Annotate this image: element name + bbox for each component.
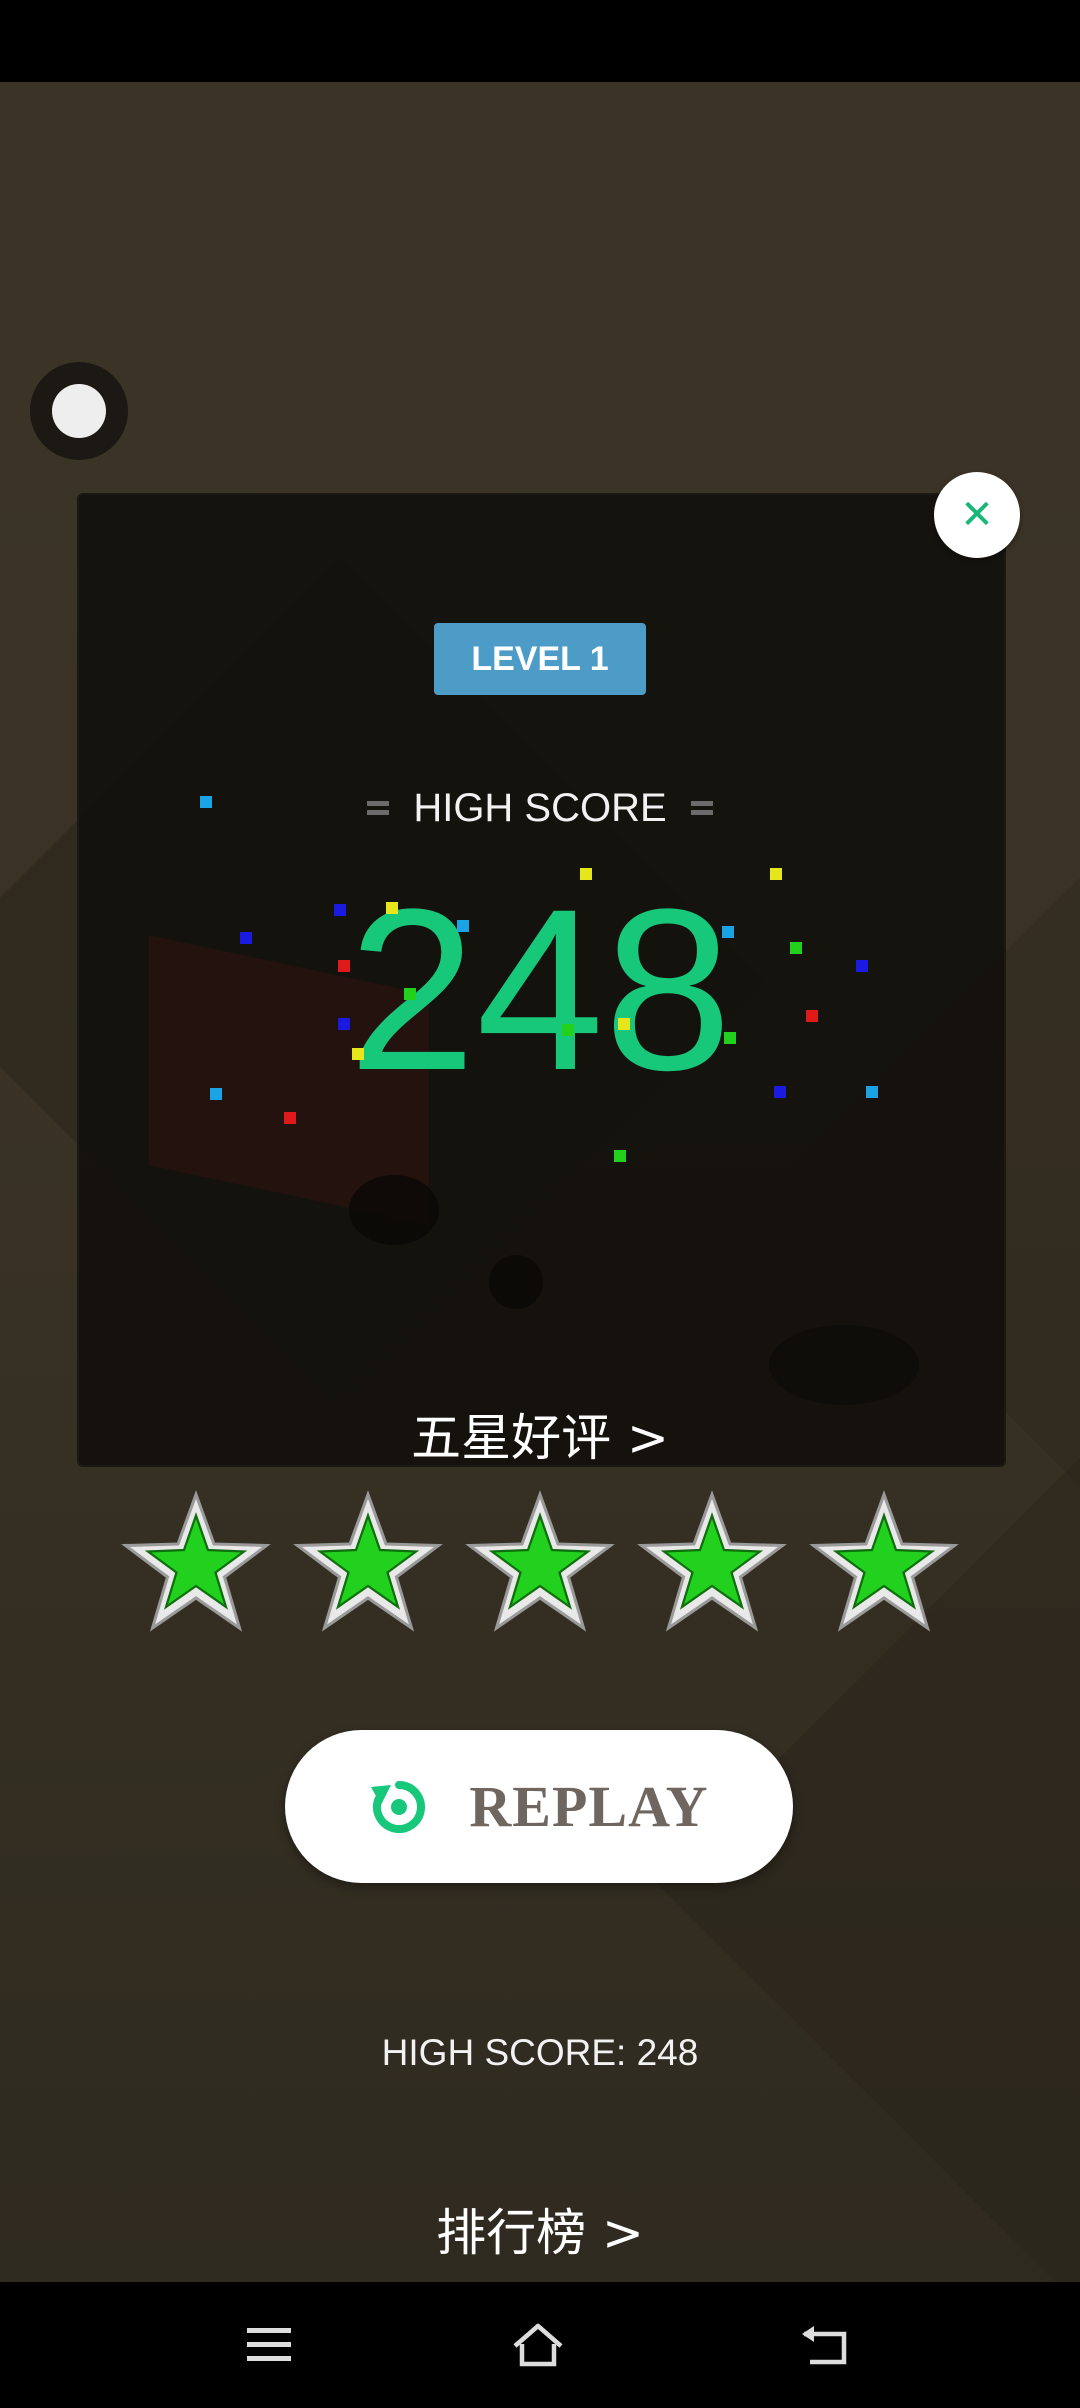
level-badge: LEVEL 1 (434, 623, 646, 695)
confetti-particle (856, 960, 868, 972)
confetti-particle (240, 932, 252, 944)
score-value: 248 (348, 861, 732, 1118)
star-icon[interactable] (808, 1490, 960, 1640)
pause-toggle-button[interactable] (30, 362, 128, 460)
high-score-title-text: HIGH SCORE (413, 785, 667, 830)
confetti-particle (722, 926, 734, 938)
confetti-particle (774, 1086, 786, 1098)
close-icon: ✕ (960, 492, 994, 538)
confetti-particle (790, 942, 802, 954)
close-button[interactable]: ✕ (934, 472, 1020, 558)
confetti-particle (334, 904, 346, 916)
leaderboard-link[interactable]: 排行榜 > (0, 2200, 1080, 2266)
high-score-title: HIGH SCORE (0, 780, 1080, 836)
star-icon[interactable] (464, 1490, 616, 1640)
home-icon[interactable] (512, 2322, 564, 2368)
star-icon[interactable] (636, 1490, 788, 1640)
confetti-particle (338, 960, 350, 972)
status-bar (0, 0, 1080, 82)
scene-object (349, 1175, 439, 1245)
replay-icon (371, 1780, 426, 1833)
confetti-particle (284, 1112, 296, 1124)
scene-object (769, 1325, 919, 1405)
star-rating[interactable] (120, 1490, 960, 1640)
divider-icon (690, 801, 713, 815)
menu-icon[interactable] (243, 2322, 295, 2368)
confetti-particle (200, 796, 212, 808)
confetti-particle (724, 1032, 736, 1044)
confetti-particle (352, 1048, 364, 1060)
rate-five-stars-link[interactable]: 五星好评 > (0, 1405, 1080, 1471)
confetti-particle (210, 1088, 222, 1100)
high-score-summary: HIGH SCORE: 248 (381, 2032, 699, 2073)
confetti-particle (618, 1018, 630, 1030)
confetti-particle (866, 1086, 878, 1098)
confetti-particle (806, 1010, 818, 1022)
navigation-bar (0, 2282, 1080, 2408)
back-icon[interactable] (800, 2322, 852, 2368)
divider-icon (367, 801, 390, 815)
confetti-particle (580, 868, 592, 880)
confetti-particle (386, 902, 398, 914)
scene-ball (489, 1255, 543, 1309)
confetti-particle (457, 920, 469, 932)
confetti-particle (770, 868, 782, 880)
confetti-particle (404, 988, 416, 1000)
toggle-dot-icon (52, 384, 106, 438)
confetti-particle (614, 1150, 626, 1162)
replay-label: REPLAY (469, 1774, 709, 1839)
confetti-particle (562, 1024, 574, 1036)
replay-button[interactable]: REPLAY (285, 1730, 793, 1883)
confetti-particle (338, 1018, 350, 1030)
star-icon[interactable] (120, 1490, 272, 1640)
star-icon[interactable] (292, 1490, 444, 1640)
